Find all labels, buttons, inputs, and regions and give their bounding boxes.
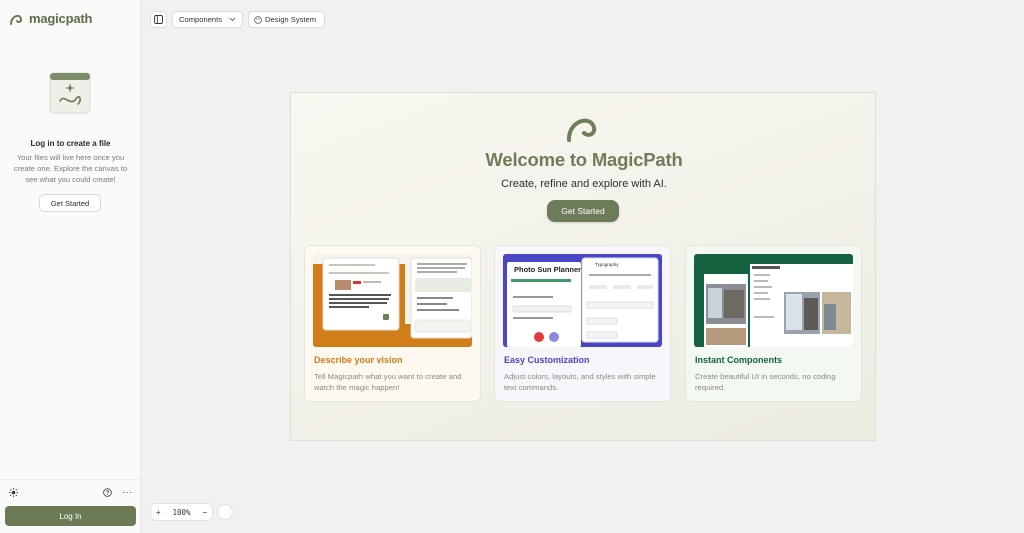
help-icon[interactable] bbox=[103, 488, 112, 497]
sidebar-toggle-button[interactable] bbox=[150, 11, 167, 28]
preview-app-title: Photo Sun Planner bbox=[514, 265, 582, 274]
feature-card-describe[interactable]: Describe your vision Tell Magicpath what… bbox=[304, 245, 481, 402]
design-system-label: Design System bbox=[265, 15, 317, 24]
magicpath-logo-icon bbox=[10, 14, 23, 25]
sidebar-footer-divider bbox=[0, 479, 141, 480]
magicpath-hero-logo-icon bbox=[567, 118, 597, 142]
hero-get-started-button[interactable]: Get Started bbox=[547, 200, 619, 222]
design-system-button[interactable]: Design System bbox=[248, 11, 325, 28]
components-preview-image bbox=[694, 254, 853, 347]
welcome-canvas: Welcome to MagicPath Create, refine and … bbox=[290, 92, 876, 441]
empty-state-description: Your files will live here once you creat… bbox=[13, 153, 128, 184]
login-button[interactable]: Log In bbox=[5, 506, 136, 526]
more-options-icon[interactable]: ··· bbox=[122, 488, 132, 497]
feature-card-components[interactable]: Instant Components Create beautiful UI i… bbox=[685, 245, 862, 402]
feature-title-describe: Describe your vision bbox=[314, 355, 403, 365]
hero-subtitle: Create, refine and explore with AI. bbox=[501, 178, 667, 190]
zoom-in-button[interactable]: + bbox=[156, 508, 161, 517]
feature-desc-components: Create beautiful UI in seconds, no codin… bbox=[695, 372, 836, 392]
sidebar-get-started-button[interactable]: Get Started bbox=[39, 194, 101, 212]
feature-title-components: Instant Components bbox=[695, 355, 782, 365]
sidebar-panel-icon bbox=[154, 15, 163, 24]
feature-desc-customization: Adjust colors, layouts, and styles with … bbox=[504, 372, 656, 392]
components-label: Components bbox=[179, 15, 223, 24]
hero-title: Welcome to MagicPath bbox=[485, 149, 683, 170]
zoom-controls: + 100% − bbox=[150, 503, 213, 521]
chevron-down-icon bbox=[229, 17, 236, 22]
theme-sun-icon[interactable] bbox=[9, 488, 18, 497]
zoom-level: 100% bbox=[172, 507, 191, 517]
components-dropdown[interactable]: Components bbox=[172, 11, 243, 28]
fit-view-button[interactable] bbox=[217, 504, 233, 520]
zoom-out-button[interactable]: − bbox=[202, 508, 207, 517]
palette-icon bbox=[254, 15, 262, 24]
sidebar: magicpath Log in to create a file Your f… bbox=[0, 0, 141, 533]
brand-name: magicpath bbox=[29, 11, 93, 26]
empty-files-illustration-icon bbox=[49, 72, 91, 114]
feature-title-customization: Easy Customization bbox=[504, 355, 590, 365]
empty-state-title: Log in to create a file bbox=[30, 139, 111, 148]
brand-logo[interactable]: magicpath bbox=[9, 11, 92, 26]
feature-desc-describe: Tell Magicpath what you want to create a… bbox=[314, 372, 462, 392]
customization-preview-image: Photo Sun Planner Typography bbox=[503, 254, 662, 347]
feature-card-customization[interactable]: Photo Sun Planner Typography Easy Custom… bbox=[494, 245, 671, 402]
describe-preview-image bbox=[313, 254, 472, 347]
preview-panel-title: Typography bbox=[595, 262, 619, 267]
